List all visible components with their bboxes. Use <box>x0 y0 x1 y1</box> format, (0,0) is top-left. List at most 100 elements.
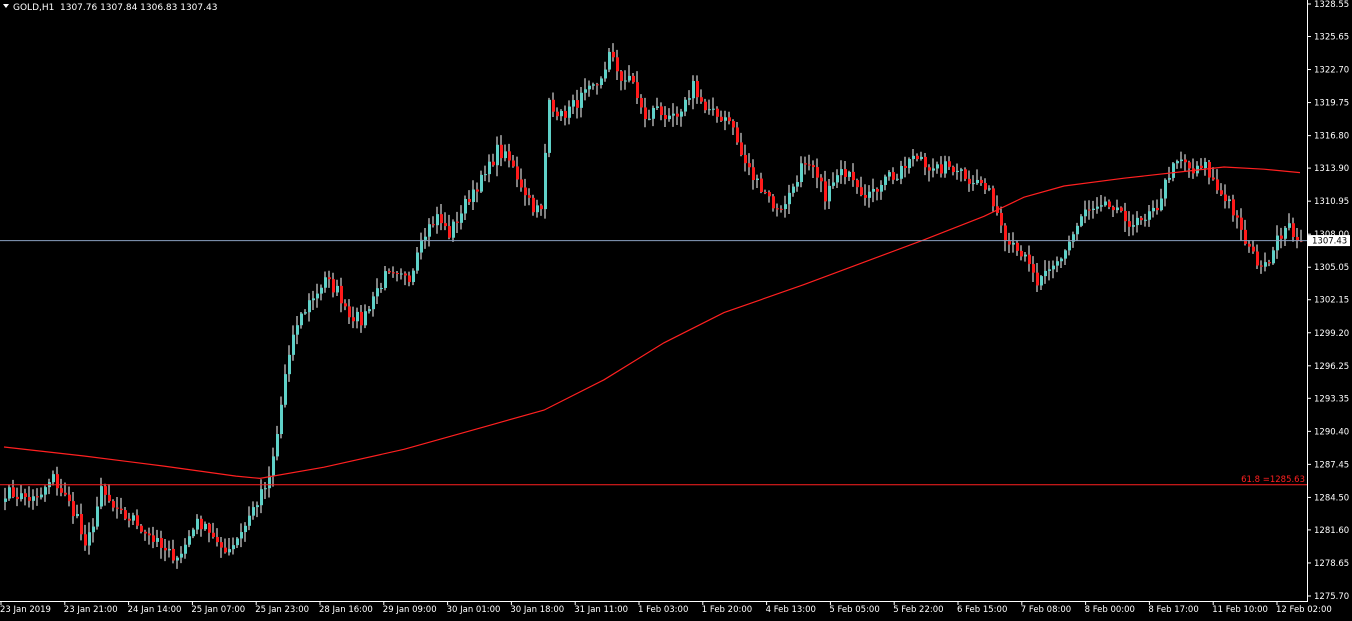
candle <box>1072 231 1075 248</box>
candle <box>168 540 171 558</box>
candle <box>1160 188 1163 212</box>
candle-body <box>1136 217 1139 226</box>
candle-body <box>496 144 499 166</box>
candle-body <box>144 531 147 534</box>
candle <box>1236 210 1239 229</box>
price-axis-label: 1296.25 <box>1314 362 1349 372</box>
candle <box>800 156 803 188</box>
candle <box>544 143 547 219</box>
candle <box>380 282 383 293</box>
candle-body <box>696 81 699 98</box>
candle <box>568 100 571 125</box>
time-axis-label: 30 Jan 01:00 <box>447 605 501 615</box>
candle-body <box>1224 194 1227 202</box>
candle <box>768 190 771 203</box>
candle-body <box>948 161 951 167</box>
chart-window[interactable]: 61.8 =1285.63 1328.55 1325.65 1322.70 1319.… <box>0 0 1352 621</box>
candle <box>1276 225 1279 259</box>
candle-body <box>964 169 967 179</box>
candle-body <box>412 270 415 283</box>
price-axis-label: 1305.05 <box>1314 263 1349 273</box>
price-chart[interactable]: 61.8 =1285.63 1328.55 1325.65 1322.70 1319.… <box>0 0 1352 621</box>
candle-body <box>872 188 875 192</box>
candle-body <box>96 506 99 527</box>
candle-body <box>68 494 71 502</box>
candle <box>280 396 283 439</box>
candle <box>752 159 755 190</box>
candle-body <box>480 174 483 192</box>
candle <box>1008 232 1011 253</box>
candle <box>140 524 143 534</box>
candle <box>1140 216 1143 225</box>
candle-body <box>1088 209 1091 211</box>
candle-body <box>884 176 887 185</box>
candle-body <box>888 172 891 177</box>
candle <box>368 305 371 314</box>
candle-body <box>564 110 567 118</box>
candle <box>1048 260 1051 281</box>
candle-body <box>448 226 451 238</box>
candle <box>1256 244 1259 270</box>
candle <box>792 183 795 197</box>
candle <box>532 194 535 216</box>
candle-body <box>648 118 651 120</box>
candle <box>772 193 775 212</box>
candle <box>336 279 339 297</box>
candle <box>68 486 71 507</box>
candle-body <box>1036 272 1039 286</box>
candle <box>1196 161 1199 177</box>
candle <box>896 173 899 182</box>
candle <box>508 143 511 168</box>
candle <box>1156 199 1159 215</box>
candle-body <box>1048 269 1051 271</box>
candle-body <box>264 488 267 490</box>
candle <box>256 501 259 518</box>
candle <box>1284 226 1287 247</box>
candle <box>816 158 819 189</box>
candle-body <box>36 496 39 498</box>
candle <box>192 527 195 539</box>
candle-body <box>80 513 83 535</box>
time-axis[interactable]: 23 Jan 2019 23 Jan 21:00 24 Jan 14:00 25 Ja… <box>0 601 1332 615</box>
candle-body <box>580 92 583 108</box>
candle-body <box>860 187 863 195</box>
candle <box>840 160 843 184</box>
time-axis-label: 12 Feb 02:00 <box>1276 605 1332 615</box>
candle <box>868 185 871 208</box>
price-axis[interactable]: 1328.55 1325.65 1322.70 1319.75 1316.80 1313.… <box>1307 0 1349 602</box>
time-axis-label: 28 Jan 16:00 <box>319 605 373 615</box>
candle-body <box>688 98 691 100</box>
candle-body <box>1180 159 1183 162</box>
dropdown-triangle-icon[interactable] <box>3 4 9 8</box>
candle <box>112 499 115 512</box>
candle-body <box>772 196 775 209</box>
candle <box>1136 211 1139 233</box>
time-axis-label: 1 Feb 03:00 <box>638 605 688 615</box>
candle <box>184 538 187 559</box>
candle-body <box>1228 199 1231 202</box>
candle-body <box>32 496 35 501</box>
candle-body <box>744 154 747 164</box>
current-price-label: 1307.43 <box>1312 237 1347 247</box>
candle <box>408 271 411 287</box>
candle-body <box>676 113 679 117</box>
candle <box>848 170 851 182</box>
candle-body <box>1044 270 1047 277</box>
candle-body <box>536 205 539 213</box>
candle <box>1148 204 1151 227</box>
candle <box>680 108 683 127</box>
candle <box>228 537 231 556</box>
candle-body <box>200 518 203 530</box>
candle <box>1172 162 1175 182</box>
candle-body <box>108 494 111 502</box>
candle-body <box>156 538 159 542</box>
candle-body <box>524 187 527 196</box>
candle-body <box>976 179 979 184</box>
candle <box>1128 211 1131 237</box>
candle <box>1212 167 1215 181</box>
moving-average-line <box>3 166 1301 480</box>
candle-body <box>1216 179 1219 191</box>
candle-body <box>572 100 575 107</box>
candle <box>1036 262 1039 292</box>
candle <box>92 518 95 543</box>
